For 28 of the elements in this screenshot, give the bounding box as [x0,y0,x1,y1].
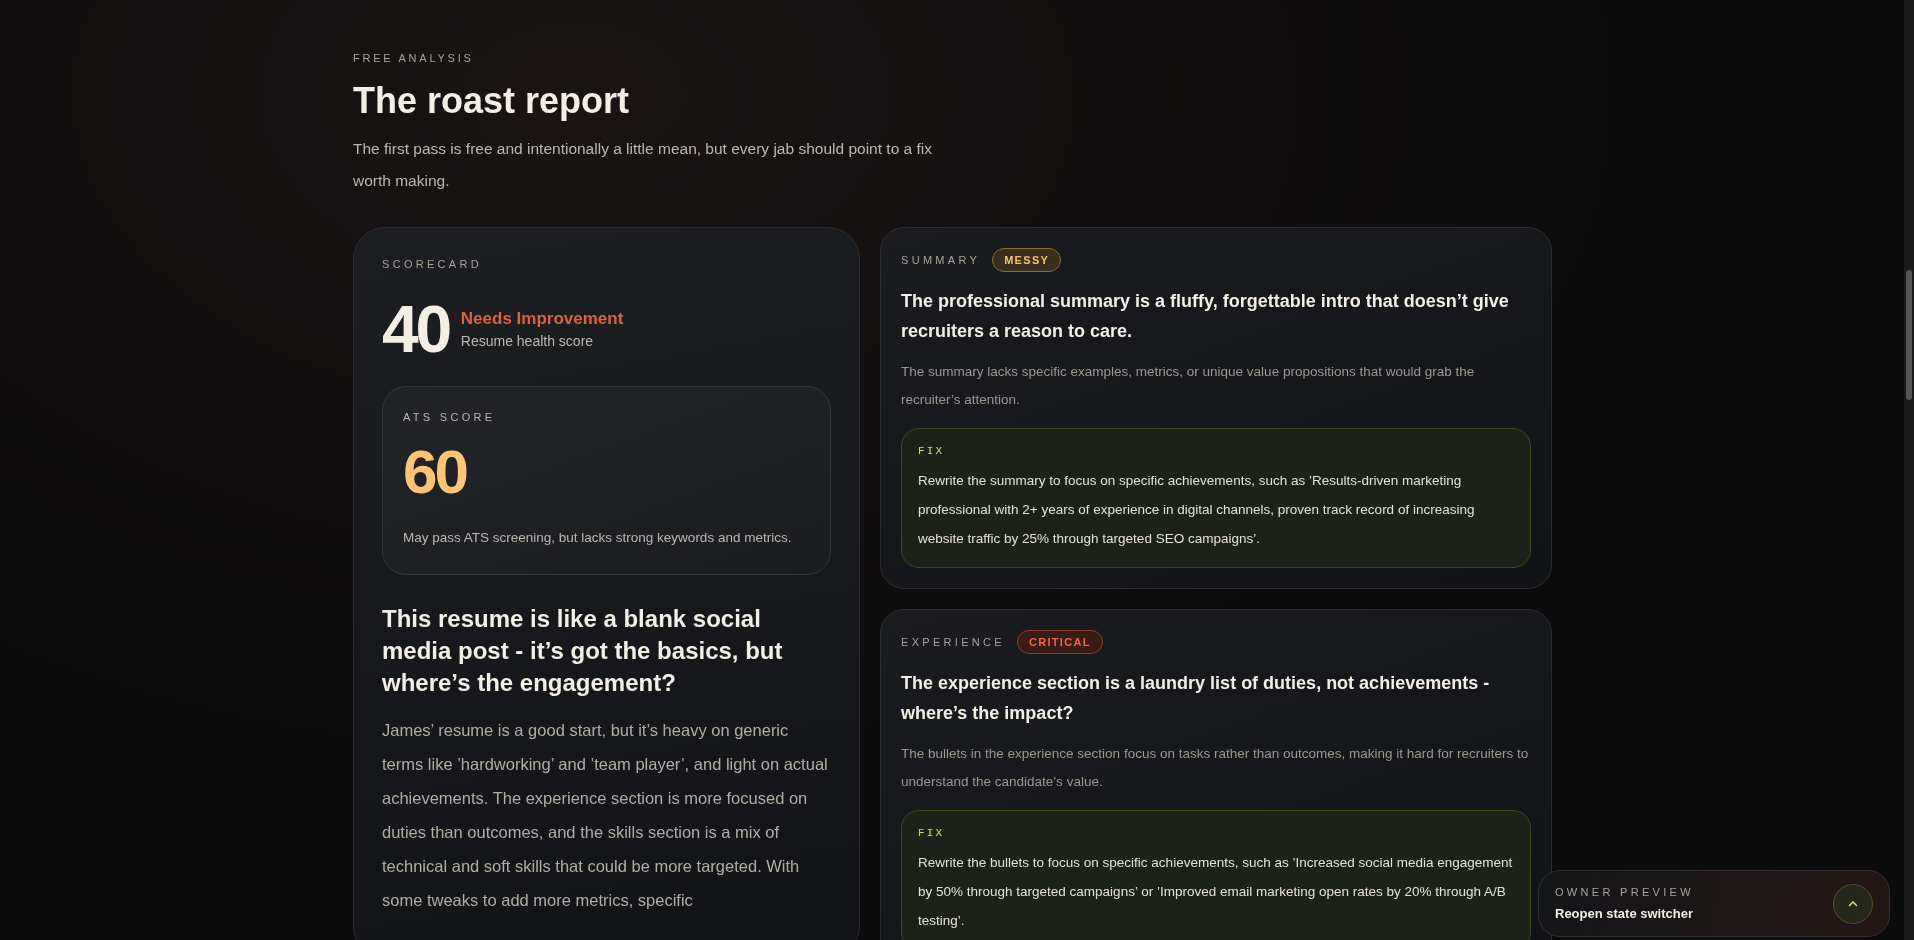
section-title: The professional summary is a fluffy, forgettable intro that doesn’t give recruiters a reason to care. [901,290,1510,343]
eyebrow-label: FREE ANALYSIS [353,51,475,66]
fix-text: Rewrite the summary to focus on specific achievements, such as ’Results-driven marketing professional with 2+ years of experience in digital channels, proven track record of increasing website traffic by 25% through targeted SEO campaigns’. [918,471,1476,548]
health-score: 40 [382,294,449,364]
score-caption: Resume health score [460,332,595,352]
section-title: The experience section is a laundry list of duties, not achievements - where’s the impact? [901,672,1491,725]
fix-text: Rewrite the bullets to focus on specific achievements, such as ’Increased social media engagement by 50% through targeted campaigns’ or ’Improved email marketing open rates by 20% through A/B testing’. [918,853,1514,930]
owner-preview-label: OWNER PREVIEW [1555,884,1694,900]
section-label: EXPERIENCE [901,634,1005,650]
roast-body: James’ resume is a good start, but it’s heavy on generic terms like ’hardworking’ and ’team player’, and light on actual achievements. The experience section is more focused on duties than outcomes, and the skills section is a mix of technical and soft skills that could be more targeted. With some tweaks to add more metrics, specific [382,719,829,911]
roast-headline: This resume is like a blank social media post - it’s got the basics, but where’s the engagement? [382,603,784,698]
fix-label: FIX [918,444,946,459]
chevron-up-icon [1848,900,1858,907]
severity-badge: CRITICAL [1016,629,1103,654]
page-subtitle: The first pass is free and intentionally a little mean, but every jab should point to a fix worth making. [353,138,933,191]
section-detail: The bullets in the experience section focus on tasks rather than outcomes, making it hard for recruiters to understand the candidate’s value. [901,745,1530,791]
severity-badge: MESSY [992,247,1062,272]
rating-label: Needs Improvement [460,307,624,330]
ats-score: 60 [403,435,468,508]
section-detail: The summary lacks specific examples, metrics, or unique value propositions that would grab the recruiter’s attention. [901,363,1476,409]
page-title: The roast report [353,78,631,123]
scorecard-label: SCORECARD [382,256,483,272]
ats-note: May pass ATS screening, but lacks strong keywords and metrics. [403,528,793,547]
expand-button[interactable] [1833,883,1873,924]
fix-label: FIX [918,826,946,841]
ats-label: ATS SCORE [403,410,497,425]
owner-preview-action: Reopen state switcher [1555,905,1694,923]
section-label: SUMMARY [901,252,981,268]
